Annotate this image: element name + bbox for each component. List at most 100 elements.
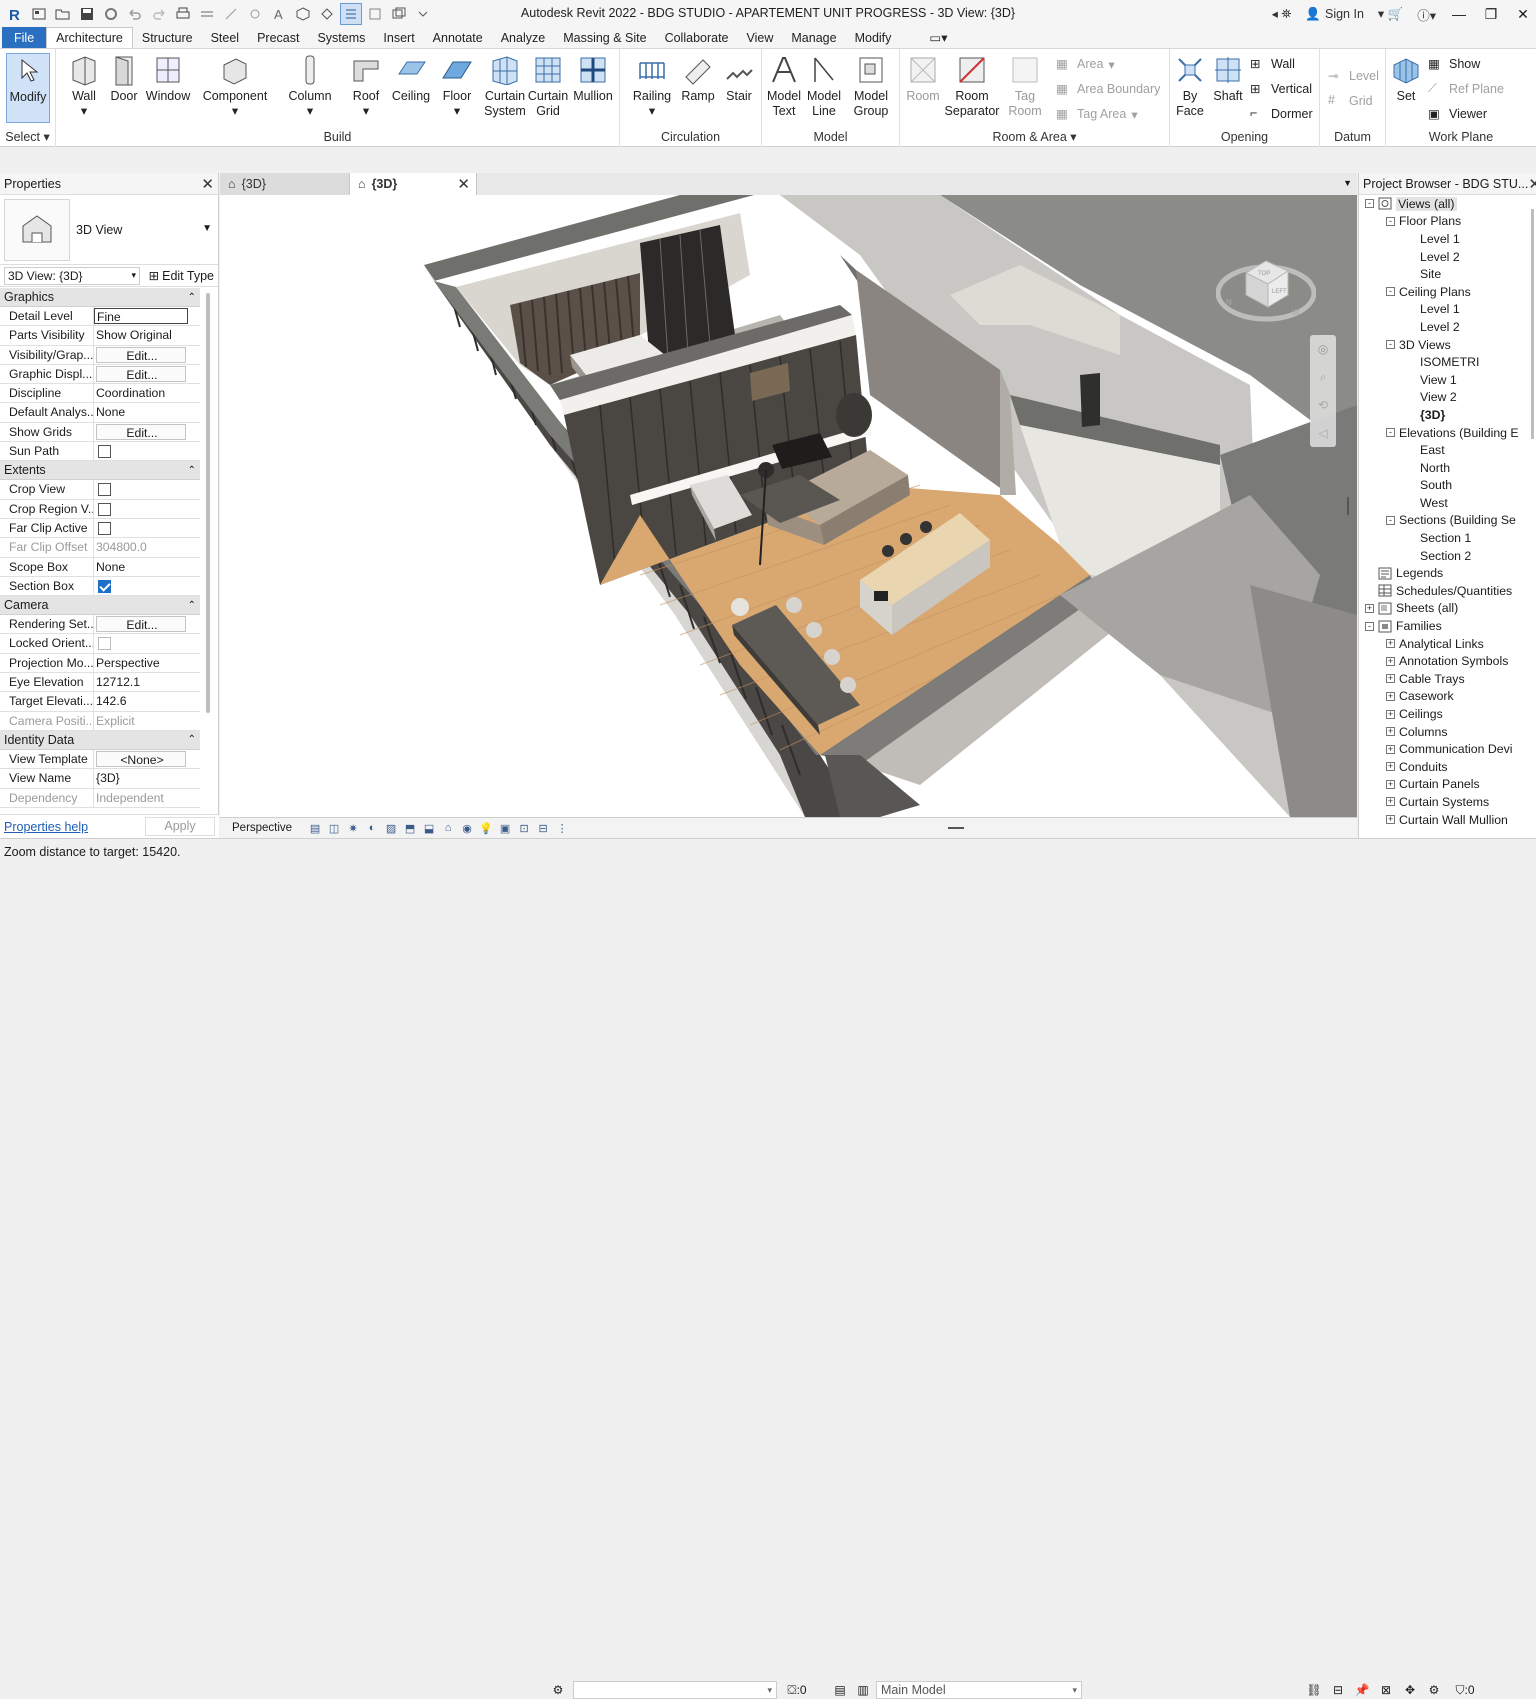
shaft-button[interactable]: Shaft — [1210, 53, 1246, 104]
crop-view-icon[interactable]: ⬒ — [402, 821, 418, 835]
property-value[interactable]: Perspective — [94, 654, 200, 672]
tree-node[interactable]: + Columns — [1359, 723, 1536, 741]
tree-node[interactable]: Site — [1359, 265, 1536, 283]
tree-node[interactable]: + Curtain Systems — [1359, 793, 1536, 811]
tab-massing-site[interactable]: Massing & Site — [554, 27, 655, 48]
ramp-button[interactable]: Ramp — [680, 53, 716, 104]
property-value[interactable]: None — [94, 403, 200, 421]
view-tab-3d-2[interactable]: ⌂ {3D} ✕ — [350, 173, 477, 195]
print-icon[interactable] — [172, 3, 194, 25]
expand-icon[interactable]: + — [1386, 639, 1395, 649]
expand-icon[interactable]: + — [1386, 815, 1395, 825]
tree-node[interactable]: Section 1 — [1359, 529, 1536, 547]
reveal-hidden-icon[interactable]: 💡 — [478, 821, 494, 835]
floor-button[interactable]: Floor ▾ — [436, 53, 478, 119]
curtain-grid-button[interactable]: Curtain Grid — [528, 53, 568, 119]
viewcube[interactable]: TOP LEFT N W — [1215, 235, 1317, 325]
expand-icon[interactable]: + — [1386, 797, 1395, 807]
shadows-icon[interactable]: ◐ — [364, 821, 380, 835]
tree-node[interactable]: + Conduits — [1359, 758, 1536, 776]
save-icon[interactable] — [76, 3, 98, 25]
wall-opening-button[interactable]: ⊞ Wall — [1250, 53, 1295, 75]
temp-hide-icon[interactable]: ◉ — [459, 821, 475, 835]
property-value[interactable]: None — [94, 558, 200, 576]
roof-button[interactable]: Roof ▾ — [346, 53, 386, 119]
tree-node[interactable]: - Families — [1359, 617, 1536, 635]
area-boundary-button[interactable]: ▦ Area Boundary — [1056, 78, 1160, 100]
stair-button[interactable]: Stair — [720, 53, 758, 104]
select-links-icon[interactable]: ⛓ — [1306, 1682, 1322, 1698]
select-dropdown[interactable]: Select ▾ — [0, 129, 55, 144]
expand-icon[interactable]: + — [1386, 744, 1395, 754]
property-value[interactable]: 12712.1 — [94, 673, 200, 691]
select-pinned-icon[interactable]: 📌 — [1354, 1682, 1370, 1698]
instance-selector[interactable]: 3D View: {3D} ▾ — [4, 266, 140, 285]
area-button[interactable]: ▦ Area ▾ — [1056, 53, 1115, 75]
collapse-icon[interactable]: - — [1386, 515, 1395, 525]
sync-icon[interactable] — [100, 3, 122, 25]
tree-node[interactable]: Level 1 — [1359, 230, 1536, 248]
tag-icon[interactable] — [244, 3, 266, 25]
3d-viewport[interactable]: TOP LEFT N W ◎ ⌕ ⟲ ◁ — [220, 195, 1357, 817]
property-edit-button[interactable]: <None> — [96, 750, 186, 768]
dormer-button[interactable]: ⌐ Dormer — [1250, 103, 1313, 125]
render-icon[interactable]: ▨ — [383, 821, 399, 835]
home-icon[interactable] — [28, 3, 50, 25]
tree-node[interactable]: + Sheets (all) — [1359, 600, 1536, 618]
show-crop-icon[interactable]: ⬓ — [421, 821, 437, 835]
browser-scrollbar[interactable] — [1531, 209, 1534, 439]
collapse-icon[interactable]: - — [1365, 199, 1374, 209]
expand-icon[interactable]: + — [1386, 656, 1395, 666]
category-extents[interactable]: Extents ⌃ — [0, 461, 200, 481]
tree-node[interactable]: Level 2 — [1359, 248, 1536, 266]
tab-modify[interactable]: Modify — [846, 27, 901, 48]
modify-button[interactable]: Modify — [6, 53, 50, 123]
collapse-icon[interactable]: ⌃ — [188, 734, 196, 745]
steering-wheel-icon[interactable]: ◎ — [1310, 335, 1336, 363]
category-graphics[interactable]: Graphics ⌃ — [0, 288, 200, 307]
properties-help-link[interactable]: Properties help — [4, 820, 88, 834]
collapse-icon[interactable]: - — [1386, 428, 1395, 438]
expand-icon[interactable]: + — [1386, 674, 1395, 684]
property-value[interactable]: Coordination — [94, 384, 200, 402]
by-face-button[interactable]: By Face — [1172, 53, 1208, 119]
property-value[interactable]: Show Original — [94, 326, 200, 344]
design-options-icon[interactable]: ▤ — [832, 1682, 848, 1698]
background-processes-icon[interactable]: ⚙ — [1426, 1682, 1442, 1698]
collapse-icon[interactable]: ⌃ — [188, 465, 196, 476]
model-text-button[interactable]: Model Text — [764, 53, 804, 119]
wall-button[interactable]: Wall ▾ — [64, 53, 104, 119]
zoom-icon[interactable]: ⌕ — [1310, 363, 1336, 391]
tree-node[interactable]: {3D} — [1359, 406, 1536, 424]
project-browser-close-icon[interactable]: ✕ — [1528, 175, 1536, 193]
tab-view[interactable]: View — [738, 27, 783, 48]
mullion-button[interactable]: Mullion — [570, 53, 616, 104]
tree-node[interactable]: + Ceilings — [1359, 705, 1536, 723]
edit-type-button[interactable]: ⊞ Edit Type — [149, 268, 214, 284]
property-value[interactable]: Fine — [94, 308, 188, 325]
close-view-icon[interactable]: ✕ — [457, 175, 470, 193]
measure-icon[interactable] — [196, 3, 218, 25]
collapse-icon[interactable]: - — [1386, 340, 1395, 350]
collapse-icon[interactable]: ⌃ — [188, 292, 196, 303]
tree-node[interactable]: Section 2 — [1359, 547, 1536, 565]
property-checkbox[interactable] — [98, 445, 111, 459]
property-checkbox[interactable] — [98, 521, 111, 535]
railing-button[interactable]: Railing ▾ — [630, 53, 674, 119]
expand-icon[interactable]: + — [1365, 603, 1374, 613]
revit-logo-icon[interactable]: R — [4, 3, 26, 25]
property-edit-button[interactable]: Edit... — [96, 365, 186, 383]
tree-node[interactable]: - Views (all) — [1359, 195, 1536, 213]
tab-precast[interactable]: Precast — [248, 27, 308, 48]
sun-path-icon[interactable]: ✷ — [345, 821, 361, 835]
properties-scrollbar[interactable] — [206, 293, 210, 713]
ribbon-toggle-icon[interactable]: ▭▾ — [920, 27, 956, 48]
property-edit-button[interactable]: Edit... — [96, 423, 186, 441]
collapse-icon[interactable]: - — [1386, 287, 1395, 297]
detail-level-icon[interactable]: ▤ — [307, 821, 323, 835]
tab-collaborate[interactable]: Collaborate — [656, 27, 738, 48]
collapse-icon[interactable]: - — [1365, 621, 1374, 631]
show-work-plane-button[interactable]: ▦ Show — [1428, 53, 1480, 75]
undo-icon[interactable] — [124, 3, 146, 25]
properties-close-icon[interactable]: ✕ — [201, 175, 214, 193]
